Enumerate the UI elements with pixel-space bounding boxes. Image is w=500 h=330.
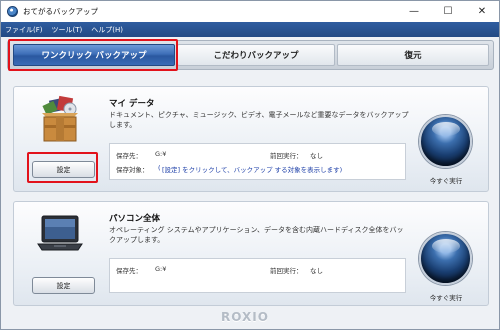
maximize-button[interactable]: ☐: [431, 1, 465, 22]
title-bar: おてがるバックアップ — ☐ ✕: [1, 1, 499, 22]
my-data-description: ドキュメント、ピクチャ、ミュージック、ビデオ、電子メールなど重要なデータをバック…: [109, 111, 409, 129]
save-to-label: 保存先：: [116, 267, 142, 275]
my-data-title: マイ データ: [109, 99, 155, 109]
app-icon: [7, 6, 18, 17]
window-title: おてがるバックアップ: [23, 7, 98, 16]
last-run-label: 前回実行：: [270, 152, 303, 160]
whole-pc-description: オペレーティング システムやアプリケーション、データを含む内蔵ハードディスク全体…: [109, 226, 404, 244]
tab-restore[interactable]: 復元: [337, 44, 489, 66]
save-to-value: G:¥: [155, 265, 167, 273]
save-to-value: G:¥: [155, 150, 167, 158]
target-settings-link[interactable]: [設定] をクリックして、バックアップ する対象を表示します): [162, 164, 342, 174]
tab-custom-backup[interactable]: こだわりバックアップ: [177, 44, 335, 66]
box-icon: [42, 95, 78, 142]
highlight-frame-tab: [8, 39, 178, 71]
roxio-logo: ROXIO: [221, 310, 269, 324]
whole-pc-panel: パソコン全体 オペレーティング システムやアプリケーション、データを含む内蔵ハー…: [13, 201, 489, 306]
menu-file[interactable]: ファイル(F): [5, 25, 43, 35]
target-link-prefix: (: [158, 164, 161, 172]
last-run-value: なし: [310, 152, 323, 160]
menu-bar: ファイル(F) ツール(T) ヘルプ(H): [1, 22, 499, 37]
window-controls: — ☐ ✕: [397, 1, 499, 22]
target-label: 保存対象：: [116, 166, 149, 174]
laptop-icon: [37, 215, 83, 251]
whole-pc-settings-button[interactable]: 設定: [32, 277, 95, 294]
my-data-info-box: 保存先： G:¥ 前回実行： なし 保存対象： ( [設定] をクリックして、バ…: [109, 143, 406, 180]
highlight-frame-settings: [27, 152, 98, 183]
run-orb-icon[interactable]: [419, 115, 472, 168]
last-run-label: 前回実行：: [270, 267, 303, 275]
whole-pc-run-now-label[interactable]: 今すぐ実行: [414, 292, 478, 302]
whole-pc-info-box: 保存先： G:¥ 前回実行： なし: [109, 258, 406, 293]
last-run-value: なし: [310, 267, 323, 275]
menu-tools[interactable]: ツール(T): [52, 25, 83, 35]
whole-pc-title: パソコン全体: [109, 214, 161, 224]
save-to-label: 保存先：: [116, 152, 142, 160]
my-data-run-now-label[interactable]: 今すぐ実行: [414, 175, 478, 185]
minimize-button[interactable]: —: [397, 1, 431, 22]
menu-help[interactable]: ヘルプ(H): [91, 25, 123, 35]
close-button[interactable]: ✕: [465, 1, 499, 22]
app-window: おてがるバックアップ — ☐ ✕ ファイル(F) ツール(T) ヘルプ(H) ワ…: [0, 0, 500, 330]
run-orb-icon[interactable]: [419, 232, 472, 285]
